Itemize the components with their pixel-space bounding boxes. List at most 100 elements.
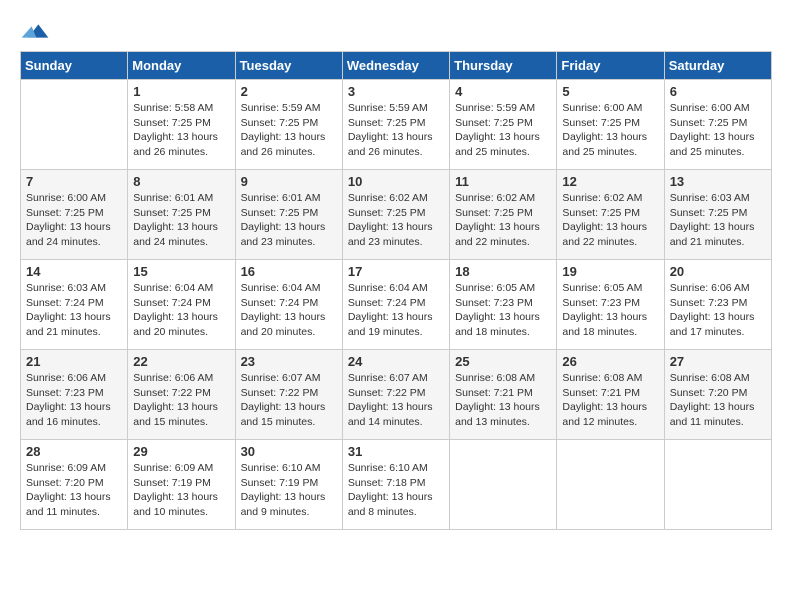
day-info: Sunrise: 6:04 AMSunset: 7:24 PMDaylight:… (348, 281, 444, 340)
day-info: Sunrise: 6:02 AMSunset: 7:25 PMDaylight:… (348, 191, 444, 250)
calendar-cell: 11 Sunrise: 6:02 AMSunset: 7:25 PMDayligh… (450, 170, 557, 260)
day-number: 23 (241, 354, 337, 369)
calendar-cell: 19 Sunrise: 6:05 AMSunset: 7:23 PMDayligh… (557, 260, 664, 350)
day-number: 8 (133, 174, 229, 189)
day-number: 11 (455, 174, 551, 189)
calendar-week-row: 28Sunrise: 6:09 AMSunset: 7:20 PMDayligh… (21, 440, 772, 530)
day-number: 22 (133, 354, 229, 369)
calendar-cell: 5 Sunrise: 6:00 AMSunset: 7:25 PMDaylight… (557, 80, 664, 170)
calendar-cell: 6 Sunrise: 6:00 AMSunset: 7:25 PMDaylight… (664, 80, 771, 170)
day-info: Sunrise: 6:00 AMSunset: 7:25 PMDaylight:… (26, 191, 122, 250)
day-header-wednesday: Wednesday (342, 52, 449, 80)
calendar-cell: 8 Sunrise: 6:01 AMSunset: 7:25 PMDaylight… (128, 170, 235, 260)
day-number: 19 (562, 264, 658, 279)
day-header-thursday: Thursday (450, 52, 557, 80)
day-number: 3 (348, 84, 444, 99)
day-info: Sunrise: 6:10 AMSunset: 7:19 PMDaylight:… (241, 461, 337, 520)
calendar-cell: 20 Sunrise: 6:06 AMSunset: 7:23 PMDayligh… (664, 260, 771, 350)
day-info: Sunrise: 6:00 AMSunset: 7:25 PMDaylight:… (562, 101, 658, 160)
calendar-cell: 4 Sunrise: 5:59 AMSunset: 7:25 PMDaylight… (450, 80, 557, 170)
day-info: Sunrise: 6:08 AMSunset: 7:20 PMDaylight:… (670, 371, 766, 430)
day-info: Sunrise: 6:01 AMSunset: 7:25 PMDaylight:… (133, 191, 229, 250)
calendar-cell: 16Sunrise: 6:04 AMSunset: 7:24 PMDayligh… (235, 260, 342, 350)
day-info: Sunrise: 6:05 AMSunset: 7:23 PMDaylight:… (455, 281, 551, 340)
calendar-cell (557, 440, 664, 530)
day-number: 5 (562, 84, 658, 99)
day-number: 1 (133, 84, 229, 99)
day-info: Sunrise: 6:02 AMSunset: 7:25 PMDaylight:… (455, 191, 551, 250)
day-number: 21 (26, 354, 122, 369)
calendar-cell: 28Sunrise: 6:09 AMSunset: 7:20 PMDayligh… (21, 440, 128, 530)
day-info: Sunrise: 6:06 AMSunset: 7:23 PMDaylight:… (26, 371, 122, 430)
calendar-cell: 30 Sunrise: 6:10 AMSunset: 7:19 PMDayligh… (235, 440, 342, 530)
calendar-cell: 13 Sunrise: 6:03 AMSunset: 7:25 PMDayligh… (664, 170, 771, 260)
day-number: 20 (670, 264, 766, 279)
day-number: 7 (26, 174, 122, 189)
calendar-cell: 3 Sunrise: 5:59 AMSunset: 7:25 PMDaylight… (342, 80, 449, 170)
day-info: Sunrise: 6:01 AMSunset: 7:25 PMDaylight:… (241, 191, 337, 250)
day-number: 4 (455, 84, 551, 99)
day-info: Sunrise: 6:06 AMSunset: 7:22 PMDaylight:… (133, 371, 229, 430)
day-number: 14 (26, 264, 122, 279)
day-number: 13 (670, 174, 766, 189)
calendar-cell: 9Sunrise: 6:01 AMSunset: 7:25 PMDaylight… (235, 170, 342, 260)
logo-icon (20, 21, 50, 41)
day-number: 12 (562, 174, 658, 189)
calendar-cell: 25 Sunrise: 6:08 AMSunset: 7:21 PMDayligh… (450, 350, 557, 440)
day-info: Sunrise: 6:02 AMSunset: 7:25 PMDaylight:… (562, 191, 658, 250)
logo (20, 20, 54, 41)
day-number: 10 (348, 174, 444, 189)
calendar-week-row: 1 Sunrise: 5:58 AMSunset: 7:25 PMDaylight… (21, 80, 772, 170)
calendar-cell (21, 80, 128, 170)
day-number: 26 (562, 354, 658, 369)
calendar-cell (450, 440, 557, 530)
day-info: Sunrise: 6:07 AMSunset: 7:22 PMDaylight:… (241, 371, 337, 430)
day-info: Sunrise: 6:09 AMSunset: 7:20 PMDaylight:… (26, 461, 122, 520)
calendar-cell: 15 Sunrise: 6:04 AMSunset: 7:24 PMDayligh… (128, 260, 235, 350)
day-info: Sunrise: 6:00 AMSunset: 7:25 PMDaylight:… (670, 101, 766, 160)
calendar-cell (664, 440, 771, 530)
day-info: Sunrise: 6:08 AMSunset: 7:21 PMDaylight:… (455, 371, 551, 430)
day-info: Sunrise: 6:04 AMSunset: 7:24 PMDaylight:… (241, 281, 337, 340)
day-header-tuesday: Tuesday (235, 52, 342, 80)
day-info: Sunrise: 6:10 AMSunset: 7:18 PMDaylight:… (348, 461, 444, 520)
calendar-header-row: SundayMondayTuesdayWednesdayThursdayFrid… (21, 52, 772, 80)
calendar-cell: 26 Sunrise: 6:08 AMSunset: 7:21 PMDayligh… (557, 350, 664, 440)
day-info: Sunrise: 6:04 AMSunset: 7:24 PMDaylight:… (133, 281, 229, 340)
calendar-week-row: 14 Sunrise: 6:03 AMSunset: 7:24 PMDayligh… (21, 260, 772, 350)
calendar-cell: 10 Sunrise: 6:02 AMSunset: 7:25 PMDayligh… (342, 170, 449, 260)
day-info: Sunrise: 5:59 AMSunset: 7:25 PMDaylight:… (455, 101, 551, 160)
day-info: Sunrise: 6:03 AMSunset: 7:25 PMDaylight:… (670, 191, 766, 250)
calendar-week-row: 21 Sunrise: 6:06 AMSunset: 7:23 PMDayligh… (21, 350, 772, 440)
day-number: 15 (133, 264, 229, 279)
day-info: Sunrise: 6:07 AMSunset: 7:22 PMDaylight:… (348, 371, 444, 430)
day-info: Sunrise: 5:59 AMSunset: 7:25 PMDaylight:… (241, 101, 337, 160)
day-info: Sunrise: 5:58 AMSunset: 7:25 PMDaylight:… (133, 101, 229, 160)
day-header-friday: Friday (557, 52, 664, 80)
calendar-cell: 7 Sunrise: 6:00 AMSunset: 7:25 PMDaylight… (21, 170, 128, 260)
calendar-cell: 23 Sunrise: 6:07 AMSunset: 7:22 PMDayligh… (235, 350, 342, 440)
calendar-cell: 29Sunrise: 6:09 AMSunset: 7:19 PMDayligh… (128, 440, 235, 530)
day-number: 30 (241, 444, 337, 459)
day-number: 29 (133, 444, 229, 459)
calendar-cell: 12 Sunrise: 6:02 AMSunset: 7:25 PMDayligh… (557, 170, 664, 260)
calendar-cell: 27 Sunrise: 6:08 AMSunset: 7:20 PMDayligh… (664, 350, 771, 440)
day-number: 27 (670, 354, 766, 369)
day-info: Sunrise: 6:06 AMSunset: 7:23 PMDaylight:… (670, 281, 766, 340)
day-info: Sunrise: 6:05 AMSunset: 7:23 PMDaylight:… (562, 281, 658, 340)
day-info: Sunrise: 6:08 AMSunset: 7:21 PMDaylight:… (562, 371, 658, 430)
day-header-monday: Monday (128, 52, 235, 80)
day-number: 2 (241, 84, 337, 99)
calendar-week-row: 7 Sunrise: 6:00 AMSunset: 7:25 PMDaylight… (21, 170, 772, 260)
day-number: 6 (670, 84, 766, 99)
day-info: Sunrise: 5:59 AMSunset: 7:25 PMDaylight:… (348, 101, 444, 160)
day-info: Sunrise: 6:03 AMSunset: 7:24 PMDaylight:… (26, 281, 122, 340)
header (20, 20, 772, 41)
calendar-cell: 2 Sunrise: 5:59 AMSunset: 7:25 PMDaylight… (235, 80, 342, 170)
day-number: 31 (348, 444, 444, 459)
calendar-cell: 18Sunrise: 6:05 AMSunset: 7:23 PMDayligh… (450, 260, 557, 350)
calendar-table: SundayMondayTuesdayWednesdayThursdayFrid… (20, 51, 772, 530)
day-number: 24 (348, 354, 444, 369)
day-number: 25 (455, 354, 551, 369)
calendar-cell: 31 Sunrise: 6:10 AMSunset: 7:18 PMDayligh… (342, 440, 449, 530)
